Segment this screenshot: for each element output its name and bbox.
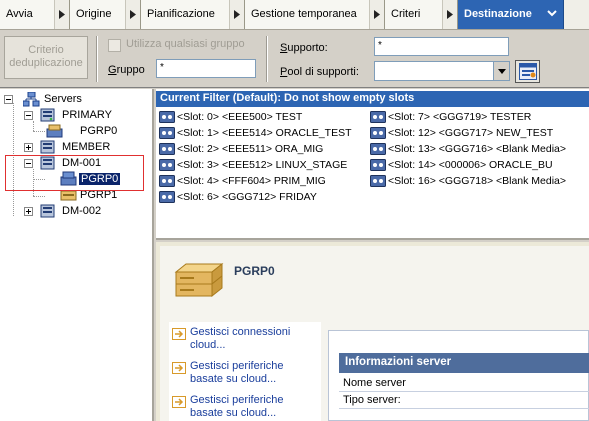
- media-input[interactable]: *: [374, 37, 509, 56]
- arrow-right-icon: [172, 328, 186, 340]
- use-any-group-checkbox[interactable]: [108, 39, 121, 52]
- task-label: Gestisci connessioni cloud...: [190, 326, 291, 351]
- server-info-panel: Informazioni server Nome server Tipo ser…: [328, 330, 589, 421]
- group-input[interactable]: *: [156, 59, 256, 78]
- tab-label: Destinazione: [464, 8, 532, 20]
- detail-title: PGRP0: [234, 264, 275, 278]
- tree-node-member[interactable]: MEMBER: [24, 139, 144, 155]
- tab-criteri[interactable]: Criteri: [385, 0, 458, 29]
- tab-avvia[interactable]: Avvia: [0, 0, 70, 29]
- task-label: Gestisci periferiche basate su cloud...: [190, 394, 284, 419]
- group-label: Gruppo: [108, 64, 145, 76]
- chevron-right-icon: [229, 0, 244, 29]
- tab-label: Origine: [76, 8, 112, 20]
- tab-label: Criteri: [391, 8, 421, 20]
- tree-node-label: Servers: [44, 93, 82, 105]
- slot-label: <Slot: 13> <GGG716> <Blank Media>: [388, 143, 567, 155]
- tree-node-servers[interactable]: Servers: [4, 91, 144, 107]
- collapse-icon[interactable]: [4, 95, 13, 104]
- tape-icon: [159, 191, 175, 203]
- detail-content: PGRP0 Gestisci connessioni cloud... Gesti…: [160, 246, 589, 421]
- task-list: Gestisci connessioni cloud... Gestisci pe…: [169, 322, 321, 421]
- tree-node-primary[interactable]: PRIMARY: [24, 107, 144, 123]
- tape-icon: [370, 127, 386, 139]
- expand-icon[interactable]: [24, 207, 33, 216]
- dedup-button-line2: deduplicazione: [9, 57, 83, 69]
- selection-highlight-box: [5, 155, 144, 191]
- slot-label: <Slot: 2> <EEE511> ORA_MIG: [177, 143, 324, 155]
- tape-icon: [370, 111, 386, 123]
- tree-node-label: MEMBER: [62, 141, 111, 153]
- chevron-right-icon: [369, 0, 384, 29]
- slot-label: <Slot: 12> <GGG717> NEW_TEST: [388, 127, 554, 139]
- device-group-icon: [46, 124, 63, 138]
- chevron-right-icon: [54, 0, 69, 29]
- tape-icon: [370, 159, 386, 171]
- tape-icon: [159, 143, 175, 155]
- server-info-header: Informazioni server: [339, 353, 589, 373]
- tree-line: [33, 131, 45, 132]
- tab-origine[interactable]: Origine: [70, 0, 141, 29]
- media-pool-select[interactable]: [374, 61, 510, 81]
- properties-icon: [519, 63, 537, 80]
- chevron-right-icon: [125, 0, 140, 29]
- data-mover-server-icon: [40, 204, 55, 218]
- tab-label: Avvia: [6, 8, 33, 20]
- filter-header: Current Filter (Default): Do not show em…: [156, 91, 589, 107]
- use-any-group-label: Utilizza qualsiasi gruppo: [126, 38, 245, 50]
- server-tree: Servers PRIMARY PGRP0 MEMBER DM-001 PGRP…: [0, 89, 154, 421]
- chevron-right-icon: [442, 0, 457, 29]
- primary-server-icon: [40, 108, 55, 122]
- tab-gestione-temporanea[interactable]: Gestione temporanea: [245, 0, 385, 29]
- wizard-tab-bar: Avvia Origine Pianificazione Gestione te…: [0, 0, 589, 30]
- media-pool-label: Pool di supporti:: [280, 66, 359, 78]
- chevron-down-icon: [547, 9, 557, 21]
- divider: [266, 36, 268, 82]
- slot-label: <Slot: 3> <EEE512> LINUX_STAGE: [177, 159, 348, 171]
- tree-node-label: PRIMARY: [62, 109, 112, 121]
- tape-icon: [159, 159, 175, 171]
- tree-line: [33, 196, 45, 197]
- slot-label: <Slot: 0> <EEE500> TEST: [177, 111, 303, 123]
- dedup-policy-button[interactable]: Criterio deduplicazione: [4, 36, 88, 79]
- collapse-icon[interactable]: [24, 111, 33, 120]
- tree-node-dm-002[interactable]: DM-002: [24, 203, 144, 219]
- tape-icon: [159, 111, 175, 123]
- arrow-right-icon: [172, 362, 186, 374]
- tab-pianificazione[interactable]: Pianificazione: [141, 0, 245, 29]
- tape-icon: [370, 175, 386, 187]
- tab-label: Gestione temporanea: [251, 8, 357, 20]
- tape-icon: [370, 143, 386, 155]
- slot-label: <Slot: 4> <FFF604> PRIM_MIG: [177, 175, 326, 187]
- tree-node-label: DM-002: [62, 205, 102, 217]
- server-type-row: Tipo server:: [339, 392, 589, 409]
- tab-destinazione[interactable]: Destinazione: [458, 0, 564, 29]
- member-server-icon: [40, 140, 55, 154]
- slot-label: <Slot: 7> <GGG719> TESTER: [388, 111, 532, 123]
- arrow-right-icon: [172, 396, 186, 408]
- tab-label: Pianificazione: [147, 8, 215, 20]
- slot-label: <Slot: 1> <EEE514> ORACLE_TEST: [177, 127, 352, 139]
- tree-node-primary-pgrp0[interactable]: PGRP0: [46, 123, 146, 139]
- media-label: Supporto:: [280, 42, 328, 54]
- tree-node-label: PGRP0: [80, 125, 118, 137]
- tape-icon: [159, 127, 175, 139]
- detail-pane: PGRP0 Gestisci connessioni cloud... Gesti…: [156, 242, 589, 421]
- divider: [96, 36, 98, 82]
- media-properties-button[interactable]: [515, 60, 540, 83]
- dropdown-arrow-icon[interactable]: [493, 62, 509, 80]
- expand-icon[interactable]: [24, 143, 33, 152]
- dedup-button-line1: Criterio: [28, 44, 64, 56]
- servers-group-icon: [23, 92, 40, 107]
- tape-icon: [159, 175, 175, 187]
- server-name-row: Nome server: [339, 375, 589, 392]
- destination-options: Criterio deduplicazione Utilizza qualsia…: [0, 30, 589, 88]
- slot-list-pane: Current Filter (Default): Do not show em…: [156, 89, 589, 240]
- slot-label: <Slot: 14> <000006> ORACLE_BU: [388, 159, 553, 171]
- slot-label: <Slot: 6> <GGG712> FRIDAY: [177, 191, 317, 203]
- task-label: Gestisci periferiche basate su cloud...: [190, 360, 284, 385]
- slot-label: <Slot: 16> <GGG718> <Blank Media>: [388, 175, 567, 187]
- device-group-drive-icon: [174, 262, 224, 298]
